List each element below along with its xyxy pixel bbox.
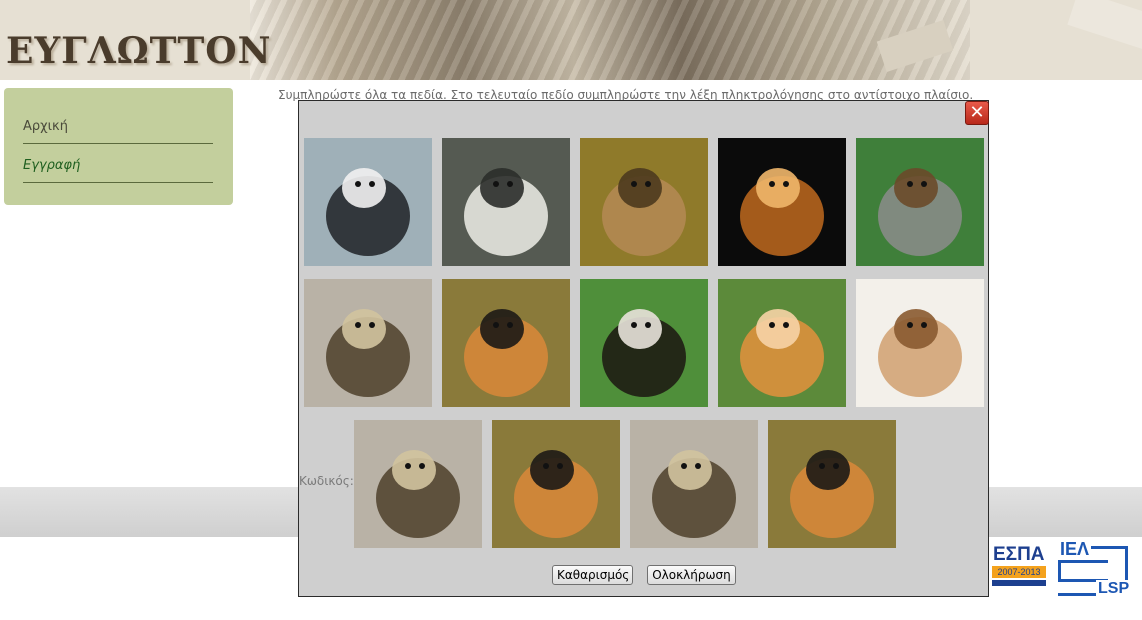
espa-logo-title: ΕΣΠΑ	[993, 544, 1045, 565]
lsp-logo-text: LSP	[1096, 580, 1132, 598]
site-title: ΕΥΓΛΩΤΤΟΝ	[6, 30, 272, 72]
sidebar-item-register[interactable]: Εγγραφή	[23, 158, 213, 183]
code-image-ducklings[interactable]	[354, 420, 482, 548]
code-label: Κωδικός:	[299, 474, 354, 488]
animal-image-ducklings[interactable]	[304, 279, 432, 407]
espa-logo-years: 2007-2013	[992, 566, 1046, 578]
code-image-ducklings[interactable]	[630, 420, 758, 548]
sidebar: Αρχική Εγγραφή	[4, 88, 233, 205]
animal-image-kitten[interactable]	[718, 279, 846, 407]
code-image-tigers[interactable]	[492, 420, 620, 548]
header-banner-image	[250, 0, 1142, 80]
animal-image-penguins[interactable]	[304, 138, 432, 266]
clear-button[interactable]: Καθαρισμός	[552, 565, 633, 585]
espa-logo: ΕΣΠΑ 2007-2013	[990, 540, 1050, 598]
animal-image-polar-bear[interactable]	[442, 138, 570, 266]
animal-image-tigers[interactable]	[442, 279, 570, 407]
animal-image-koala[interactable]	[856, 138, 984, 266]
iel-logo-text: ΙΕΛ	[1058, 539, 1092, 560]
sidebar-item-home[interactable]: Αρχική	[23, 119, 213, 144]
iel-lsp-logo: ΙΕΛ LSP	[1054, 539, 1134, 600]
animal-image-deer[interactable]	[580, 138, 708, 266]
code-image-tigers[interactable]	[768, 420, 896, 548]
close-icon[interactable]: ✕	[965, 101, 989, 125]
animal-image-lion[interactable]	[718, 138, 846, 266]
finish-button[interactable]: Ολοκλήρωση	[647, 565, 736, 585]
site-header: ΕΥΓΛΩΤΤΟΝ	[0, 0, 1142, 80]
animal-image-rat-teddy[interactable]	[856, 279, 984, 407]
animal-image-puppy-kitten[interactable]	[580, 279, 708, 407]
